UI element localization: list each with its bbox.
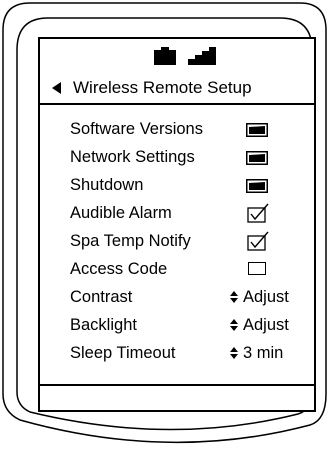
menu-item-contrast[interactable]: Contrast Adjust xyxy=(70,285,308,309)
menu-item-shutdown[interactable]: Shutdown xyxy=(70,173,308,197)
folder-icon xyxy=(246,123,268,137)
checkbox-checked-icon[interactable] xyxy=(246,203,272,223)
up-down-arrows-icon xyxy=(230,291,238,303)
sleep-timeout-value: 3 min xyxy=(243,343,284,362)
up-down-arrows-icon xyxy=(230,319,238,331)
menu-item-label: Shutdown xyxy=(70,175,144,194)
status-icons xyxy=(154,47,226,65)
menu-item-label: Contrast xyxy=(70,287,133,306)
menu-item-audible-alarm[interactable]: Audible Alarm xyxy=(70,201,308,225)
menu-item-label: Backlight xyxy=(70,315,137,334)
menu-item-backlight[interactable]: Backlight Adjust xyxy=(70,313,308,337)
back-arrow-icon xyxy=(52,82,61,94)
menu-item-label: Software Versions xyxy=(70,119,203,138)
signal-strength-icon xyxy=(188,47,216,65)
folder-icon xyxy=(246,151,268,165)
screen-footer xyxy=(40,386,314,410)
backlight-value: Adjust xyxy=(243,315,289,334)
folder-icon xyxy=(246,179,268,193)
up-down-arrows-icon xyxy=(230,347,238,359)
menu-item-network-settings[interactable]: Network Settings xyxy=(70,145,308,169)
menu-item-label: Spa Temp Notify xyxy=(70,231,191,250)
battery-icon xyxy=(154,47,176,65)
page-title: Wireless Remote Setup xyxy=(73,78,252,97)
contrast-value: Adjust xyxy=(243,287,289,306)
access-code-box[interactable] xyxy=(248,262,266,275)
screen-header: Wireless Remote Setup xyxy=(40,39,314,105)
checkbox-checked-icon[interactable] xyxy=(246,231,272,251)
backlight-adjuster[interactable]: Adjust xyxy=(230,313,289,337)
menu-item-access-code[interactable]: Access Code xyxy=(70,257,308,281)
menu-item-software-versions[interactable]: Software Versions xyxy=(70,117,308,141)
menu-item-label: Network Settings xyxy=(70,147,195,166)
settings-menu: Software Versions Network Settings Shutd… xyxy=(40,105,314,386)
menu-item-label: Sleep Timeout xyxy=(70,343,176,362)
menu-item-sleep-timeout[interactable]: Sleep Timeout 3 min xyxy=(70,341,308,365)
back-button[interactable]: Wireless Remote Setup xyxy=(52,77,252,99)
contrast-adjuster[interactable]: Adjust xyxy=(230,285,289,309)
lcd-screen: Wireless Remote Setup Software Versions … xyxy=(38,37,316,412)
sleep-timeout-adjuster[interactable]: 3 min xyxy=(230,341,283,365)
menu-item-spa-temp-notify[interactable]: Spa Temp Notify xyxy=(70,229,308,253)
menu-item-label: Access Code xyxy=(70,259,168,278)
menu-item-label: Audible Alarm xyxy=(70,203,172,222)
